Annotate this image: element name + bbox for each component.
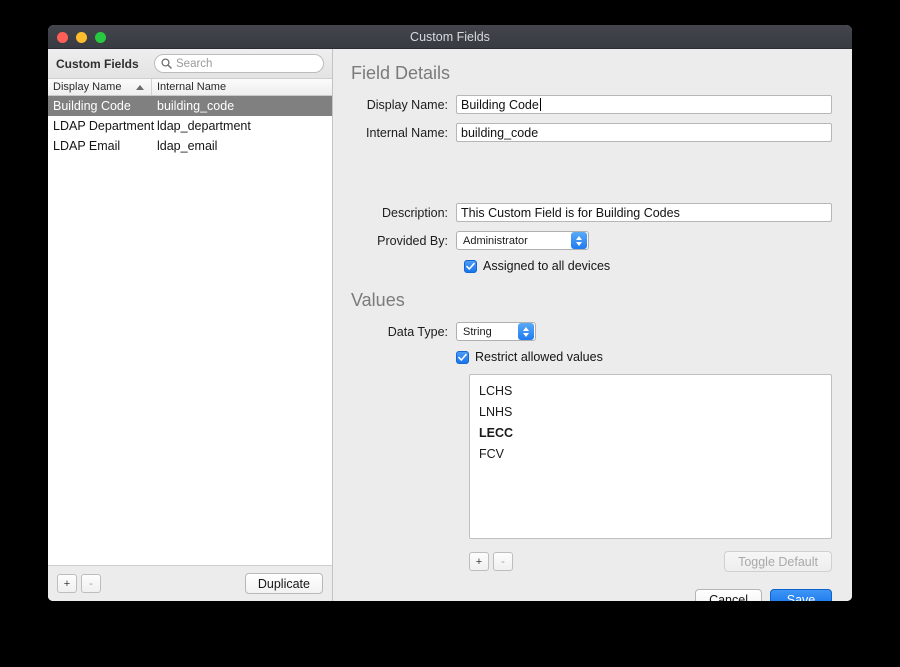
- checkmark-icon: [466, 262, 475, 270]
- internal-name-input[interactable]: building_code: [456, 123, 832, 142]
- maximize-button[interactable]: [95, 32, 106, 43]
- list-item-internal-name: ldap_email: [157, 139, 218, 153]
- duplicate-button[interactable]: Duplicate: [244, 573, 323, 594]
- dialog-footer: Cancel Save: [351, 589, 832, 601]
- detail-pane: Field Details Display Name: Building Cod…: [333, 49, 852, 601]
- minimize-button[interactable]: [76, 32, 87, 43]
- field-details-heading: Field Details: [351, 63, 451, 83]
- provided-by-row: Provided By: Administrator: [351, 231, 832, 250]
- description-row: Description: This Custom Field is for Bu…: [351, 203, 832, 222]
- window-titlebar: Custom Fields: [48, 25, 852, 49]
- sidebar-heading: Custom Fields: [56, 56, 139, 71]
- list-column-headers: Display Name Internal Name: [48, 79, 332, 96]
- search-input[interactable]: [176, 57, 317, 70]
- assigned-all-devices-checkbox[interactable]: [464, 259, 477, 273]
- display-name-row: Display Name: Building Code: [351, 95, 832, 114]
- data-type-row: Data Type: String: [351, 322, 832, 341]
- allowed-values-listbox[interactable]: LCHS LNHS LECC FCV: [469, 374, 832, 539]
- description-label: Description:: [382, 205, 448, 220]
- search-icon: [161, 58, 172, 69]
- add-value-button[interactable]: +: [469, 552, 489, 571]
- add-custom-field-button[interactable]: +: [57, 574, 77, 593]
- column-header-display-name[interactable]: Display Name: [48, 79, 152, 95]
- list-item-display-name: Building Code: [53, 99, 131, 113]
- list-item[interactable]: LDAP Email ldap_email: [48, 136, 332, 156]
- values-heading: Values: [351, 290, 405, 310]
- restrict-values-row[interactable]: Restrict allowed values: [456, 350, 832, 364]
- sidebar-footer: + - Duplicate: [48, 565, 332, 601]
- stepper-arrows-icon[interactable]: [571, 232, 587, 249]
- data-type-label: Data Type:: [387, 324, 448, 339]
- stepper-arrows-icon[interactable]: [518, 323, 534, 340]
- checkmark-icon: [458, 353, 467, 361]
- allowed-value-item-default[interactable]: LECC: [470, 423, 831, 444]
- sort-ascending-icon: [136, 84, 144, 90]
- toggle-default-button[interactable]: Toggle Default: [724, 551, 832, 572]
- list-item-display-name: LDAP Department: [53, 119, 155, 133]
- chevron-down-icon: [576, 241, 582, 246]
- description-input[interactable]: This Custom Field is for Building Codes: [456, 203, 832, 222]
- save-button[interactable]: Save: [770, 589, 832, 601]
- data-type-select[interactable]: String: [456, 322, 536, 341]
- sidebar: Custom Fields Display Name Internal Name: [48, 49, 333, 601]
- window-body: Custom Fields Display Name Internal Name: [48, 49, 852, 601]
- remove-custom-field-button[interactable]: -: [81, 574, 101, 593]
- column-header-internal-name[interactable]: Internal Name: [152, 79, 332, 95]
- allowed-value-item[interactable]: LCHS: [470, 381, 831, 402]
- sidebar-toolbar: Custom Fields: [48, 49, 332, 79]
- provided-by-value: Administrator: [463, 234, 528, 247]
- detail-gap: [351, 151, 832, 203]
- restrict-values-label: Restrict allowed values: [475, 350, 603, 364]
- list-item-internal-name: ldap_department: [157, 119, 251, 133]
- traffic-light-group: [57, 32, 106, 43]
- close-button[interactable]: [57, 32, 68, 43]
- allowed-value-item[interactable]: FCV: [470, 444, 831, 465]
- display-name-label: Display Name:: [366, 97, 448, 112]
- list-item-display-name: LDAP Email: [53, 139, 121, 153]
- display-name-input[interactable]: Building Code: [456, 95, 832, 114]
- assigned-all-devices-label: Assigned to all devices: [483, 259, 611, 273]
- column-header-display-name-label: Display Name: [53, 81, 122, 93]
- cancel-button[interactable]: Cancel: [695, 589, 762, 601]
- window-title: Custom Fields: [410, 30, 490, 44]
- values-action-bar: + - Toggle Default: [469, 551, 832, 572]
- internal-name-value: building_code: [461, 125, 539, 140]
- remove-value-button[interactable]: -: [493, 552, 513, 571]
- provided-by-select[interactable]: Administrator: [456, 231, 589, 250]
- restrict-values-checkbox[interactable]: [456, 350, 469, 364]
- chevron-down-icon: [523, 332, 529, 337]
- internal-name-row: Internal Name: building_code: [351, 123, 832, 142]
- list-item[interactable]: Building Code building_code: [48, 96, 332, 116]
- assigned-all-devices-row[interactable]: Assigned to all devices: [464, 259, 832, 273]
- list-item[interactable]: LDAP Department ldap_department: [48, 116, 332, 136]
- data-type-value: String: [463, 325, 492, 338]
- custom-fields-window: Custom Fields Custom Fields Display Name: [48, 25, 852, 601]
- internal-name-label: Internal Name:: [366, 125, 448, 140]
- text-caret: [539, 98, 541, 111]
- chevron-up-icon: [576, 235, 582, 240]
- column-header-internal-name-label: Internal Name: [157, 81, 227, 93]
- list-item-internal-name: building_code: [157, 99, 235, 113]
- description-value: This Custom Field is for Building Codes: [461, 205, 680, 220]
- search-field[interactable]: [154, 54, 324, 73]
- custom-fields-list[interactable]: Building Code building_code LDAP Departm…: [48, 96, 332, 565]
- provided-by-label: Provided By:: [377, 233, 448, 248]
- display-name-value: Building Code: [461, 97, 539, 112]
- chevron-up-icon: [523, 326, 529, 331]
- allowed-value-item[interactable]: LNHS: [470, 402, 831, 423]
